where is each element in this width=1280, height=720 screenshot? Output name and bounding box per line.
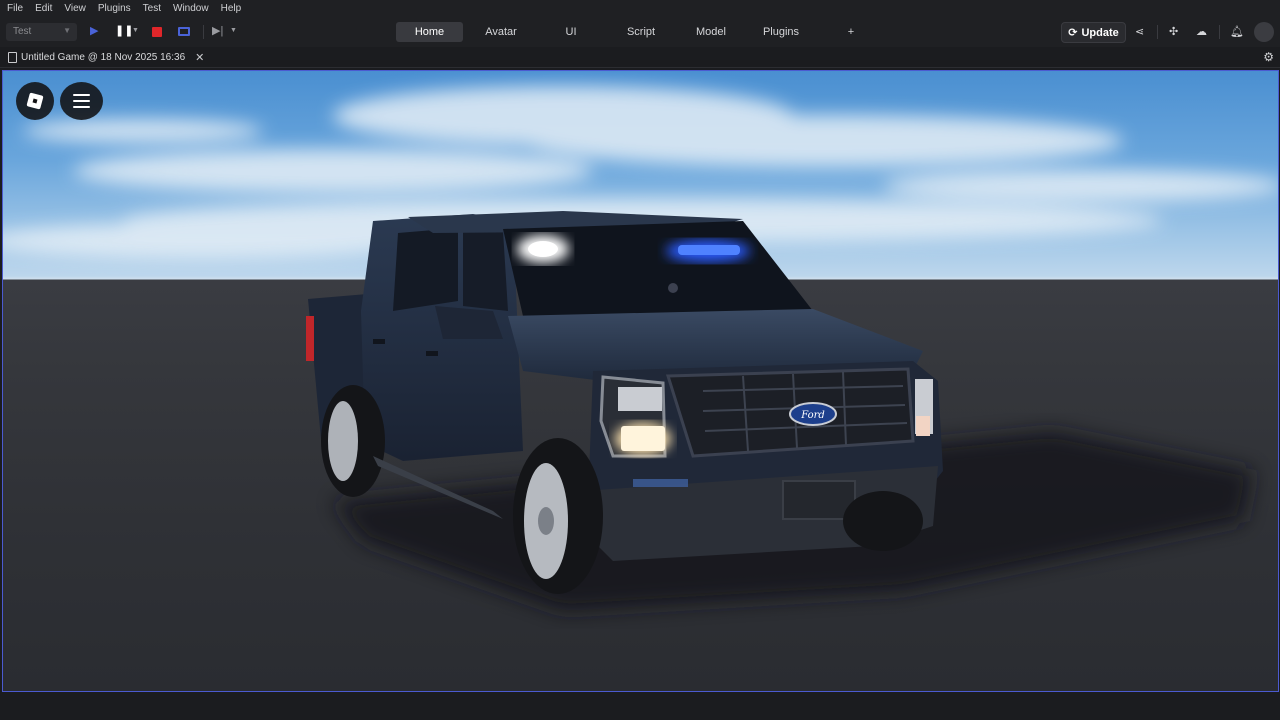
document-tab-bar: Untitled Game @ 18 Nov 2025 16:36 ✕ ⚙ xyxy=(0,47,1280,68)
ribbon-tabs: Home Avatar UI Script Model Plugins + xyxy=(396,22,886,42)
toolbar-separator xyxy=(203,25,204,39)
mode-select-value: Test xyxy=(13,26,32,37)
chevron-down-icon[interactable]: ▼ xyxy=(132,24,139,38)
tab-home[interactable]: Home xyxy=(396,22,463,42)
tab-plugins[interactable]: Plugins xyxy=(746,22,816,42)
cloud-icon[interactable]: ☁ xyxy=(1196,25,1207,39)
document-tab[interactable]: Untitled Game @ 18 Nov 2025 16:36 ✕ xyxy=(8,49,204,66)
tab-avatar[interactable]: Avatar xyxy=(466,22,536,42)
mode-select[interactable]: Test ▼ xyxy=(6,23,77,41)
screen-icon[interactable] xyxy=(178,27,190,36)
menu-window[interactable]: Window xyxy=(173,3,209,14)
play-icon[interactable]: ▶ xyxy=(90,24,98,38)
stop-icon[interactable] xyxy=(152,27,162,37)
tab-model[interactable]: Model xyxy=(676,22,746,42)
roblox-menu-button[interactable] xyxy=(16,82,54,120)
toolbar-separator xyxy=(1219,25,1220,39)
truck-scene: Ford xyxy=(306,211,1253,611)
pause-icon[interactable]: ❚❚ xyxy=(115,24,133,38)
menu-view[interactable]: View xyxy=(64,3,86,14)
menu-edit[interactable]: Edit xyxy=(35,3,52,14)
game-viewport[interactable]: Ford xyxy=(2,70,1279,692)
share-icon[interactable]: ⋖ xyxy=(1135,25,1144,39)
toolbar: Test ▼ ▶ ❚❚ ▼ ▶| ▼ Home Avatar UI Script… xyxy=(0,17,1280,47)
step-icon[interactable]: ▶| xyxy=(212,24,223,38)
tab-add[interactable]: + xyxy=(816,22,886,42)
svg-text:Ford: Ford xyxy=(800,410,825,421)
hamburger-menu-button[interactable] xyxy=(60,82,103,120)
menu-help[interactable]: Help xyxy=(221,3,242,14)
document-icon xyxy=(8,52,17,63)
update-button[interactable]: ⟳ Update xyxy=(1061,22,1126,43)
menu-test[interactable]: Test xyxy=(143,3,161,14)
menu-plugins[interactable]: Plugins xyxy=(98,3,131,14)
hamburger-icon xyxy=(73,94,90,108)
update-label: Update xyxy=(1081,26,1119,39)
close-icon[interactable]: ✕ xyxy=(195,51,204,64)
tab-ui[interactable]: UI xyxy=(536,22,606,42)
chevron-down-icon[interactable]: ▼ xyxy=(230,24,237,38)
document-tab-title: Untitled Game @ 18 Nov 2025 16:36 xyxy=(21,52,186,63)
collaborate-icon[interactable]: ✣ xyxy=(1169,25,1178,39)
avatar[interactable] xyxy=(1254,22,1274,42)
tab-script[interactable]: Script xyxy=(606,22,676,42)
toolbar-separator xyxy=(1157,25,1158,39)
update-icon: ⟳ xyxy=(1068,27,1078,39)
menu-bar: File Edit View Plugins Test Window Help xyxy=(0,0,1280,17)
gear-icon[interactable]: ⚙ xyxy=(1263,50,1274,64)
roblox-logo-icon xyxy=(26,92,44,110)
chevron-down-icon: ▼ xyxy=(63,26,71,35)
status-area xyxy=(0,693,1280,720)
bell-icon[interactable]: 🔔︎ xyxy=(1230,25,1244,39)
menu-file[interactable]: File xyxy=(7,3,23,14)
